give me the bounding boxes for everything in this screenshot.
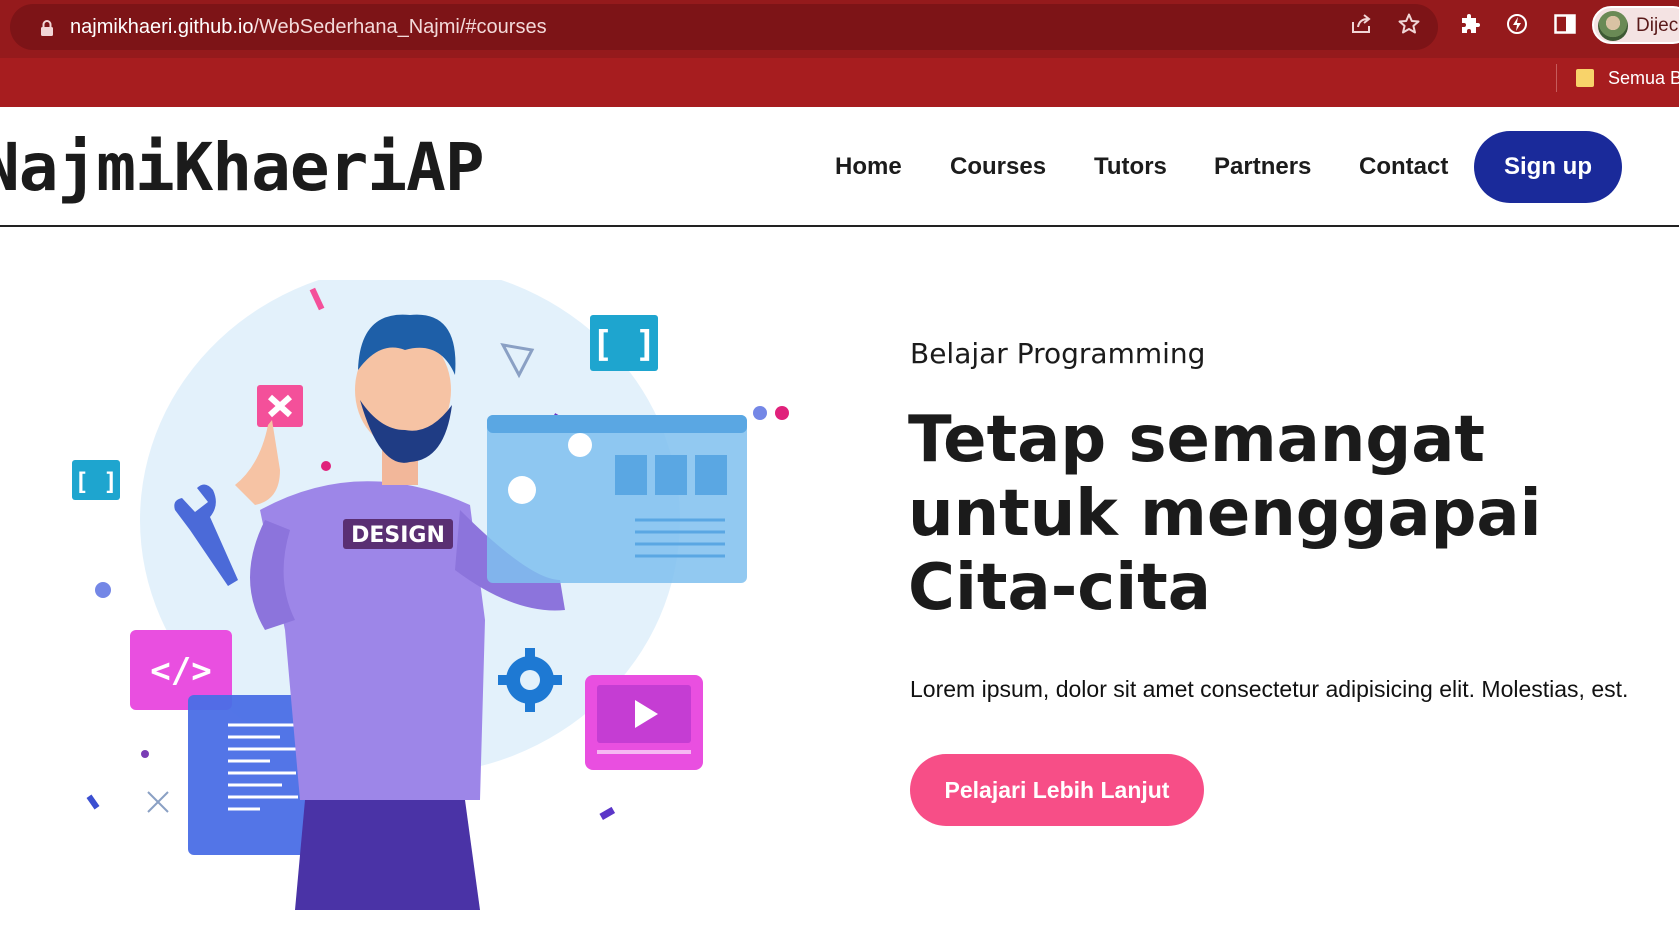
- site-logo[interactable]: NajmiKhaeriAP: [0, 129, 485, 206]
- profile-button[interactable]: Dijec: [1592, 6, 1679, 44]
- bookmark-divider: [1556, 64, 1557, 92]
- ui-window-circle: [508, 476, 536, 504]
- extensions-icon[interactable]: [1458, 13, 1482, 37]
- nav-link-home[interactable]: Home: [835, 153, 902, 181]
- share-icon[interactable]: [1349, 12, 1373, 36]
- avatar: [1598, 11, 1628, 41]
- bracket-glyph-top: [ ]: [591, 324, 656, 365]
- hero-illustration: [ ] [ ] </> DESIGN: [72, 280, 789, 910]
- nav-link-contact[interactable]: Contact: [1359, 153, 1448, 181]
- learn-more-button[interactable]: Pelajari Lebih Lanjut: [910, 754, 1204, 826]
- browser-chrome: najmikhaeri.github.io/WebSederhana_Najmi…: [0, 0, 1679, 107]
- dot-purple-left: [95, 582, 111, 598]
- video-progress: [597, 750, 691, 754]
- site-navbar: NajmiKhaeriAP Home Courses Tutors Partne…: [0, 107, 1679, 227]
- bookmark-folder-icon[interactable]: [1576, 69, 1594, 87]
- nav-link-courses[interactable]: Courses: [950, 153, 1046, 181]
- performance-icon[interactable]: [1505, 12, 1529, 36]
- star-icon[interactable]: [1397, 12, 1421, 36]
- ui-window-circle-2: [568, 433, 592, 457]
- confetti-blue: [86, 794, 100, 810]
- ui-window-bar: [487, 415, 747, 433]
- confetti-purple-2: [599, 806, 616, 820]
- ui-window-blocks: [615, 455, 727, 495]
- side-panel-icon[interactable]: [1554, 13, 1576, 35]
- hero-headline: Tetap semangat untuk menggapai Cita-cita: [908, 403, 1542, 625]
- hero-eyebrow: Belajar Programming: [910, 337, 1206, 370]
- bracket-glyph-left: [ ]: [74, 468, 117, 496]
- dot-purple-bottom: [141, 750, 149, 758]
- url-path: /WebSederhana_Najmi/#courses: [253, 16, 547, 38]
- url-text[interactable]: najmikhaeri.github.io/WebSederhana_Najmi…: [70, 16, 547, 39]
- x-deco: [147, 791, 169, 813]
- code-glyph: </>: [150, 651, 211, 691]
- bookmark-label[interactable]: Semua B: [1608, 68, 1679, 89]
- signup-button[interactable]: Sign up: [1474, 131, 1622, 203]
- url-host: najmikhaeri.github.io: [70, 16, 254, 38]
- profile-name: Dijec: [1636, 15, 1679, 36]
- lock-icon: [41, 20, 53, 36]
- dot-pink: [775, 406, 789, 420]
- nav-link-partners[interactable]: Partners: [1214, 153, 1311, 181]
- address-bar[interactable]: najmikhaeri.github.io/WebSederhana_Najmi…: [10, 4, 1438, 50]
- hero-body: Lorem ipsum, dolor sit amet consectetur …: [910, 676, 1629, 702]
- character-legs: [295, 800, 480, 910]
- shirt-text: DESIGN: [351, 523, 445, 548]
- dot-blue: [753, 406, 767, 420]
- dot-pink-small: [321, 461, 331, 471]
- nav-link-tutors[interactable]: Tutors: [1094, 153, 1167, 181]
